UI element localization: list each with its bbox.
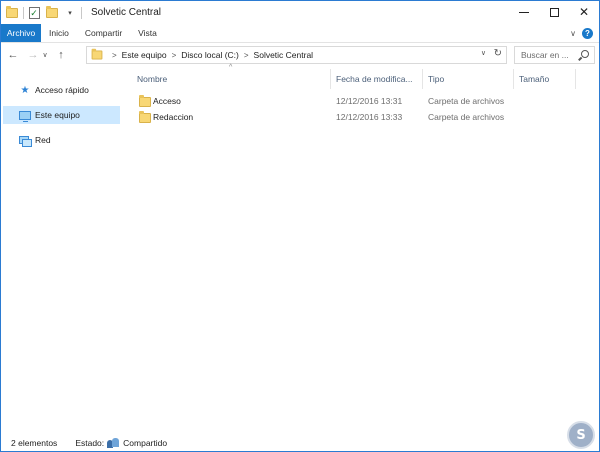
breadcrumb-separator: > (112, 50, 117, 60)
breadcrumb-separator[interactable]: > (172, 51, 177, 60)
ribbon-right-controls: ∨ ? (570, 24, 599, 42)
network-icon (19, 134, 32, 147)
breadcrumb-separator[interactable]: > (244, 51, 249, 60)
status-bar: 2 elementos Estado: Compartido (1, 434, 599, 451)
computer-icon (19, 109, 31, 122)
star-icon: ★ (20, 84, 30, 96)
close-icon: ✕ (578, 5, 590, 19)
watermark-logo: S (567, 421, 595, 449)
title-bar: ✓ ▾ Solvetic Central ✕ (1, 1, 599, 24)
file-list: ^ Nombre Fecha de modifica... Tipo Tamañ… (129, 64, 599, 429)
file-date: 12/12/2016 13:33 (336, 112, 403, 122)
column-divider[interactable] (575, 69, 576, 89)
up-arrow-icon: ↑ (58, 49, 64, 61)
sidebar-item-acceso-rapido[interactable]: ★ Acceso rápido (3, 81, 120, 99)
toolbar-divider (81, 6, 82, 19)
window-controls: ✕ (509, 1, 599, 23)
folder-icon[interactable] (5, 5, 19, 20)
table-row[interactable]: Redaccion 12/12/2016 13:33 Carpeta de ar… (129, 109, 599, 125)
file-name: Acceso (153, 96, 181, 106)
file-date: 12/12/2016 13:31 (336, 96, 403, 106)
sidebar-item-este-equipo[interactable]: Este equipo (3, 106, 120, 124)
close-button[interactable]: ✕ (569, 1, 599, 23)
state-label: Estado: (75, 437, 105, 448)
quick-access-toolbar: ✓ ▾ (1, 5, 85, 20)
folder-icon (139, 95, 151, 107)
column-header-nombre[interactable]: Nombre (137, 73, 167, 85)
table-row[interactable]: Acceso 12/12/2016 13:31 Carpeta de archi… (129, 93, 599, 109)
explorer-window: ✓ ▾ Solvetic Central ✕ Archivo Inicio Co… (0, 0, 600, 452)
address-dropdown-icon[interactable]: ∨ (481, 49, 486, 57)
help-icon[interactable]: ? (582, 27, 593, 39)
folder-icon (139, 111, 151, 123)
column-header-fecha[interactable]: Fecha de modifica... (336, 73, 413, 85)
tab-inicio[interactable]: Inicio (41, 24, 77, 42)
column-header-tamano[interactable]: Tamaño (519, 73, 549, 85)
expand-ribbon-icon[interactable]: ∨ (570, 29, 576, 38)
sort-ascending-icon: ^ (229, 64, 233, 71)
search-input[interactable] (521, 50, 579, 60)
navigation-bar: ← → ∨ ↑ > Este equipo > Disco local (C:)… (1, 44, 599, 66)
column-divider[interactable] (330, 69, 331, 89)
ribbon-tabs: Archivo Inicio Compartir Vista ∨ ? (1, 24, 599, 43)
folder-icon (91, 48, 103, 60)
tab-compartir[interactable]: Compartir (77, 24, 130, 42)
tab-archivo[interactable]: Archivo (1, 24, 41, 42)
address-bar[interactable]: > Este equipo > Disco local (C:) > Solve… (86, 46, 507, 64)
chevron-down-icon: ∨ (42, 52, 48, 59)
state-value: Compartido (123, 437, 168, 448)
column-header-row: ^ Nombre Fecha de modifica... Tipo Tamañ… (129, 64, 599, 89)
maximize-button[interactable] (539, 1, 569, 23)
sidebar-item-red[interactable]: Red (3, 131, 120, 149)
back-arrow-icon: ← (7, 49, 19, 61)
column-divider[interactable] (513, 69, 514, 89)
breadcrumb-disco-local[interactable]: Disco local (C:) (181, 50, 239, 60)
shared-users-icon (107, 437, 120, 448)
minimize-icon (519, 11, 529, 13)
breadcrumb-solvetic-central[interactable]: Solvetic Central (254, 50, 314, 60)
column-divider[interactable] (422, 69, 423, 89)
new-folder-icon[interactable] (45, 5, 59, 20)
sidebar-item-label: Este equipo (35, 110, 80, 120)
customize-dropdown-icon[interactable]: ▾ (63, 6, 77, 20)
maximize-icon (549, 7, 559, 17)
sidebar-item-label: Acceso rápido (35, 85, 89, 95)
minimize-button[interactable] (509, 1, 539, 23)
window-title: Solvetic Central (91, 7, 162, 18)
properties-icon[interactable]: ✓ (27, 6, 41, 20)
file-type: Carpeta de archivos (428, 96, 505, 106)
search-icon (581, 50, 589, 58)
back-button[interactable]: ← (5, 47, 21, 63)
toolbar-divider (23, 6, 24, 19)
refresh-icon[interactable]: ↻ (494, 48, 502, 59)
column-header-tipo[interactable]: Tipo (428, 73, 444, 85)
search-box[interactable] (514, 46, 595, 64)
forward-button[interactable]: → (25, 47, 41, 63)
sidebar-item-label: Red (35, 135, 51, 145)
navigation-pane: ★ Acceso rápido Este equipo Red (1, 67, 121, 429)
up-button[interactable]: ↑ (53, 47, 69, 63)
file-name: Redaccion (153, 112, 194, 122)
item-count: 2 elementos (11, 437, 58, 448)
breadcrumb-este-equipo[interactable]: Este equipo (122, 50, 167, 60)
tab-vista[interactable]: Vista (130, 24, 165, 42)
recent-locations-button[interactable]: ∨ (41, 47, 49, 63)
forward-arrow-icon: → (27, 49, 39, 61)
file-type: Carpeta de archivos (428, 112, 505, 122)
